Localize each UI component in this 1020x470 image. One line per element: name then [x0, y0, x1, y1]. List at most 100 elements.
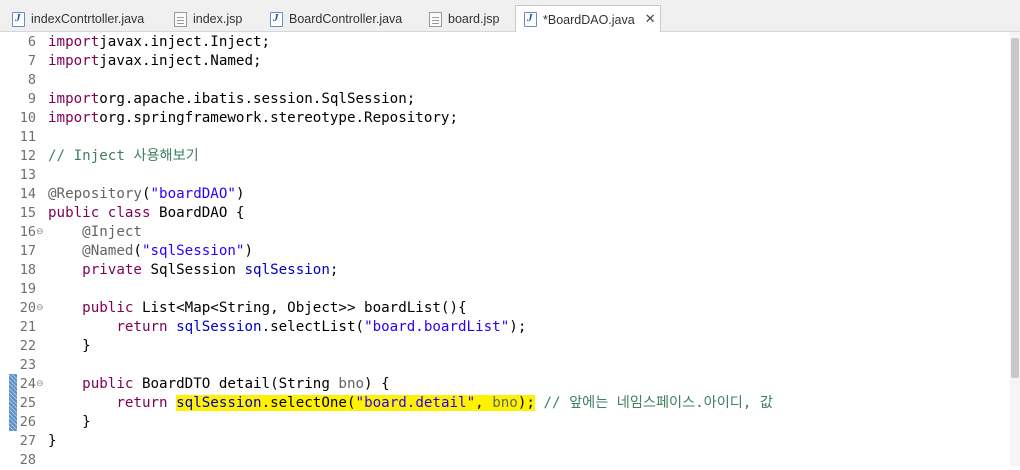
- code-line[interactable]: 10 importorg.springframework.stereotype.R…: [0, 109, 1010, 128]
- tab-index-jsp[interactable]: index.jsp: [166, 6, 254, 32]
- code-token: sqlSession: [176, 319, 262, 335]
- line-number: 25: [19, 395, 36, 411]
- code-token: BoardDAO {: [150, 205, 245, 221]
- code-token: sqlSession: [176, 395, 262, 411]
- tab-label: index.jsp: [193, 12, 243, 26]
- code-text: return sqlSession.selectList("board.boar…: [48, 318, 526, 337]
- code-token: import: [48, 110, 100, 126]
- tab-label: BoardController.java: [289, 12, 403, 26]
- fold-toggle-icon[interactable]: ⊖: [36, 301, 44, 316]
- code-line[interactable]: 18 private SqlSession sqlSession;: [0, 261, 1010, 280]
- code-token: return: [116, 395, 168, 411]
- code-token: }: [48, 338, 91, 354]
- code-token: "sqlSession": [141, 243, 245, 259]
- code-token: );: [517, 395, 535, 411]
- code-text: public List<Map<String, Object>> boardLi…: [48, 299, 467, 318]
- code-line[interactable]: 9 importorg.apache.ibatis.session.SqlSess…: [0, 90, 1010, 109]
- code-token: ): [244, 243, 254, 259]
- code-line[interactable]: 16 ⊖ @Inject: [0, 223, 1010, 242]
- code-token: javax.inject.Named;: [99, 53, 262, 69]
- code-token: );: [509, 319, 527, 335]
- java-file-icon: [270, 11, 283, 27]
- code-token: ): [235, 186, 245, 202]
- code-token: "board.boardList": [364, 319, 510, 335]
- code-token: bno: [338, 376, 365, 392]
- java-file-icon: [12, 11, 25, 27]
- code-line[interactable]: 12 // Inject 사용해보기: [0, 147, 1010, 166]
- code-token: (: [133, 243, 142, 259]
- fold-toggle-icon[interactable]: ⊖: [36, 377, 44, 392]
- line-number: 17: [19, 243, 36, 259]
- line-number: 16: [19, 224, 36, 240]
- code-line[interactable]: 28: [0, 451, 1010, 470]
- code-line[interactable]: 20 ⊖ public List<Map<String, Object>> boa…: [0, 299, 1010, 318]
- code-line[interactable]: 24 ⊖ public BoardDTO detail(String bno) {: [0, 375, 1010, 394]
- line-number: 13: [19, 167, 36, 183]
- code-line[interactable]: 23: [0, 356, 1010, 375]
- code-text: importorg.springframework.stereotype.Rep…: [48, 109, 458, 128]
- line-number: 18: [19, 262, 36, 278]
- code-line[interactable]: 7 importjavax.inject.Named;: [0, 52, 1010, 71]
- tab-board-jsp[interactable]: board.jsp: [421, 6, 515, 32]
- code-token: ,: [475, 395, 493, 411]
- scrollbar-thumb[interactable]: [1011, 38, 1019, 378]
- code-token: // 앞에는 네임스페이스.아이디, 값: [543, 395, 773, 411]
- code-line[interactable]: 26 }: [0, 413, 1010, 432]
- line-number: 8: [27, 72, 36, 88]
- code-token: public: [82, 376, 134, 392]
- line-number: 23: [19, 357, 36, 373]
- code-text: @Repository("boardDAO"): [48, 185, 244, 204]
- code-line[interactable]: 17 @Named("sqlSession"): [0, 242, 1010, 261]
- code-token: BoardDTO detail(String: [133, 376, 339, 392]
- code-token: "boardDAO": [150, 186, 236, 202]
- code-token: .selectList(: [261, 319, 365, 335]
- tab-index-controller-java[interactable]: indexContrtoller.java: [4, 6, 156, 32]
- code-text: importjavax.inject.Inject;: [48, 33, 270, 52]
- code-token: bno: [492, 395, 518, 411]
- code-token: import: [48, 53, 100, 69]
- tab-board-dao-java[interactable]: *BoardDAO.java ✕: [515, 5, 661, 33]
- code-line[interactable]: 21 return sqlSession.selectList("board.b…: [0, 318, 1010, 337]
- code-token: import: [48, 34, 100, 50]
- code-text: public class BoardDAO {: [48, 204, 244, 223]
- code-token: .selectOne(: [261, 395, 356, 411]
- tab-board-controller-java[interactable]: BoardController.java: [262, 6, 414, 32]
- code-text: }: [48, 432, 57, 451]
- code-line[interactable]: 14 @Repository("boardDAO"): [0, 185, 1010, 204]
- code-line[interactable]: 13: [0, 166, 1010, 185]
- code-token: return: [116, 319, 168, 335]
- code-token: ;: [329, 262, 339, 278]
- line-number: 14: [19, 186, 36, 202]
- line-number: 21: [19, 319, 36, 335]
- code-editor[interactable]: 6 importjavax.inject.Inject; 7 importjavax.…: [0, 32, 1020, 468]
- code-line[interactable]: 19: [0, 280, 1010, 299]
- code-line[interactable]: 15 public class BoardDAO {: [0, 204, 1010, 223]
- code-line[interactable]: 22 }: [0, 337, 1010, 356]
- code-token: }: [48, 414, 91, 430]
- jsp-file-icon: [429, 11, 442, 27]
- code-text: @Named("sqlSession"): [48, 242, 253, 261]
- code-line[interactable]: 8: [0, 71, 1010, 90]
- close-icon[interactable]: ✕: [645, 12, 656, 27]
- code-token: private: [82, 262, 142, 278]
- code-token: }: [48, 433, 57, 449]
- fold-toggle-icon[interactable]: ⊖: [36, 225, 44, 240]
- tab-label: indexContrtoller.java: [31, 12, 145, 26]
- code-text: @Inject: [48, 223, 142, 242]
- line-number: 20: [19, 300, 36, 316]
- editor-tab-bar: indexContrtoller.java index.jsp BoardCon…: [0, 0, 1020, 33]
- code-line[interactable]: 6 importjavax.inject.Inject;: [0, 33, 1010, 52]
- code-line[interactable]: 27}: [0, 432, 1010, 451]
- code-token: List<Map<String, Object>> boardList(){: [133, 300, 467, 316]
- vertical-scrollbar[interactable]: [1010, 32, 1020, 466]
- code-token: // Inject 사용해보기: [48, 148, 199, 164]
- code-line[interactable]: 11: [0, 128, 1010, 147]
- code-token: public class: [48, 205, 151, 221]
- code-line[interactable]: 25 return sqlSession.selectOne("board.de…: [0, 394, 1010, 413]
- code-token: ) {: [364, 376, 390, 392]
